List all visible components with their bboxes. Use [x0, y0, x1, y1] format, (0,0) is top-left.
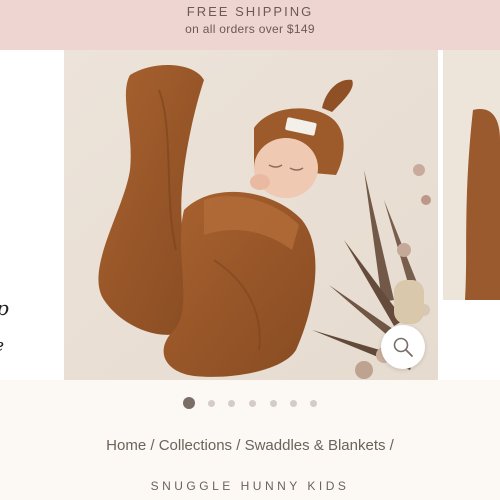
slide-dot-5[interactable]: [270, 400, 277, 407]
product-vendor[interactable]: SNUGGLE HUNNY KIDS: [0, 479, 500, 493]
slide-dot-7[interactable]: [310, 400, 317, 407]
breadcrumb-separator: /: [150, 437, 155, 454]
product-image[interactable]: [64, 50, 438, 380]
announcement-title: FREE SHIPPING: [186, 4, 314, 19]
slide-dot-2[interactable]: [208, 400, 215, 407]
product-gallery: p e: [0, 50, 500, 380]
previous-slide-peek[interactable]: p e: [0, 50, 64, 380]
peek-script-text-2: e: [0, 336, 4, 356]
next-slide-peek[interactable]: [443, 50, 500, 300]
slide-dot-1[interactable]: [183, 397, 195, 409]
breadcrumb-separator: /: [389, 437, 394, 454]
baby-swaddle-photo: [64, 50, 438, 380]
slide-dot-4[interactable]: [249, 400, 256, 407]
slide-dot-3[interactable]: [228, 400, 235, 407]
announcement-bar: FREE SHIPPING on all orders over $149: [0, 0, 500, 50]
breadcrumb-home[interactable]: Home: [106, 437, 146, 454]
zoom-button[interactable]: [381, 325, 425, 369]
slideshow-dots: [0, 397, 500, 411]
magnifier-icon: [393, 337, 413, 357]
slide-dot-6[interactable]: [290, 400, 297, 407]
breadcrumb: Home / Collections / Swaddles & Blankets…: [0, 437, 500, 454]
next-slide-photo: [443, 50, 500, 300]
announcement-subtitle: on all orders over $149: [185, 22, 315, 36]
breadcrumb-swaddles-blankets[interactable]: Swaddles & Blankets: [245, 437, 386, 454]
breadcrumb-separator: /: [236, 437, 241, 454]
breadcrumb-collections[interactable]: Collections: [159, 437, 232, 454]
peek-script-text-1: p: [0, 296, 9, 320]
